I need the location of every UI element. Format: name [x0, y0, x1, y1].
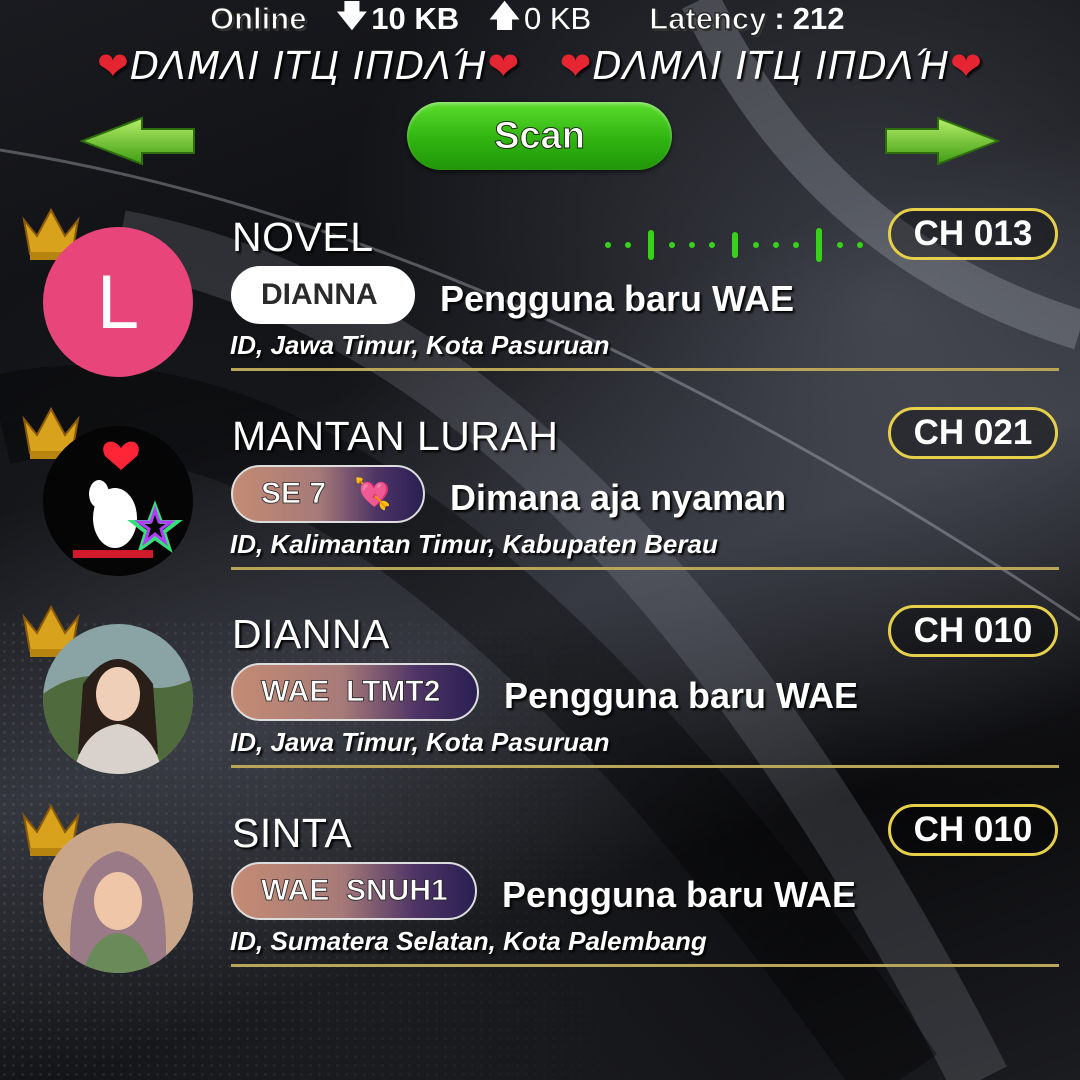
divider — [231, 567, 1059, 570]
heart-icon: ❤ — [950, 44, 983, 88]
heart-hand-avatar-icon — [73, 441, 183, 558]
heart-icon: ❤ — [487, 44, 521, 88]
next-arrow-icon[interactable] — [884, 116, 1000, 166]
banner-text-2: DΛMΛI ITЦ IПDΛΉ — [592, 44, 951, 88]
latency-colon: : — [774, 1, 785, 36]
user-photo-avatar — [43, 823, 193, 973]
user-photo-avatar — [43, 624, 193, 774]
username: MANTAN LURAH — [232, 413, 559, 459]
download-stat: 🡇 10 KB — [336, 0, 459, 45]
connection-stats-bar: Online 🡇 10 KB 🡅 0 KB Latency : 212 — [209, 0, 890, 38]
user-tag: SE 7 💘 — [231, 465, 425, 523]
list-item[interactable]: MANTAN LURAH CH 021 SE 7 💘 Dimana aja ny… — [0, 401, 1080, 599]
user-tag-label: WAE LTMT2 — [261, 675, 441, 709]
avatar[interactable] — [43, 823, 193, 973]
user-status: Pengguna baru WAE — [504, 675, 859, 716]
user-status: Pengguna baru WAE — [502, 874, 857, 915]
user-tag-label: SE 7 — [261, 477, 327, 511]
user-tag-label: WAE SNUH1 — [261, 874, 449, 908]
list-item[interactable]: L NOVEL CH 013 DIANNA Pengguna baru WAE … — [0, 202, 1080, 400]
channel-badge[interactable]: CH 013 — [888, 208, 1058, 260]
user-status: Pengguna baru WAE — [440, 278, 795, 319]
user-status: Dimana aja nyaman — [450, 477, 787, 518]
audio-wave-icon — [605, 228, 863, 262]
room-banner: ❤DΛMΛI ITЦ IПDΛΉ❤ ❤DΛMΛI ITЦ IПDΛΉ❤ — [0, 44, 1080, 88]
divider — [231, 964, 1059, 967]
download-arrow-icon: 🡇 — [336, 0, 368, 33]
user-location: ID, Sumatera Selatan, Kota Palembang — [230, 926, 707, 956]
latency-label: Latency — [649, 0, 767, 36]
latency-value: 212 — [792, 1, 845, 36]
heart-arrow-icon: 💘 — [354, 477, 392, 511]
list-item[interactable]: DIANNA CH 010 WAE LTMT2 Pengguna baru WA… — [0, 599, 1080, 797]
list-item[interactable]: SINTA CH 010 WAE SNUH1 Pengguna baru WAE… — [0, 798, 1080, 996]
scan-button[interactable]: Scan — [407, 102, 672, 170]
banner-text-1: DΛMΛI ITЦ IПDΛΉ — [129, 44, 488, 88]
user-tag: WAE SNUH1 — [231, 862, 477, 920]
divider — [231, 765, 1059, 768]
upload-stat: 🡅 0 KB — [489, 0, 591, 45]
channel-badge[interactable]: CH 010 — [888, 605, 1058, 657]
avatar[interactable]: L — [43, 227, 193, 377]
avatar-letter: L — [43, 227, 193, 377]
online-label: Online — [209, 0, 307, 36]
channel-badge[interactable]: CH 021 — [888, 407, 1058, 459]
user-tag: WAE LTMT2 — [231, 663, 479, 721]
avatar[interactable] — [43, 624, 193, 774]
avatar[interactable] — [43, 426, 193, 576]
heart-icon: ❤ — [97, 44, 130, 88]
previous-arrow-icon[interactable] — [80, 116, 196, 166]
upload-arrow-icon: 🡅 — [489, 0, 521, 33]
user-location: ID, Jawa Timur, Kota Pasuruan — [230, 727, 610, 757]
user-location: ID, Kalimantan Timur, Kabupaten Berau — [230, 529, 718, 559]
user-location: ID, Jawa Timur, Kota Pasuruan — [230, 330, 610, 360]
channel-badge[interactable]: CH 010 — [888, 804, 1058, 856]
upload-value: 0 KB — [524, 1, 592, 36]
username: DIANNA — [232, 611, 390, 657]
user-tag: DIANNA — [231, 266, 415, 324]
download-value: 10 KB — [371, 1, 460, 36]
divider — [231, 368, 1059, 371]
username: SINTA — [232, 810, 353, 856]
username: NOVEL — [232, 214, 374, 260]
user-tag-label: DIANNA — [261, 278, 378, 311]
heart-icon: ❤ — [559, 44, 593, 88]
